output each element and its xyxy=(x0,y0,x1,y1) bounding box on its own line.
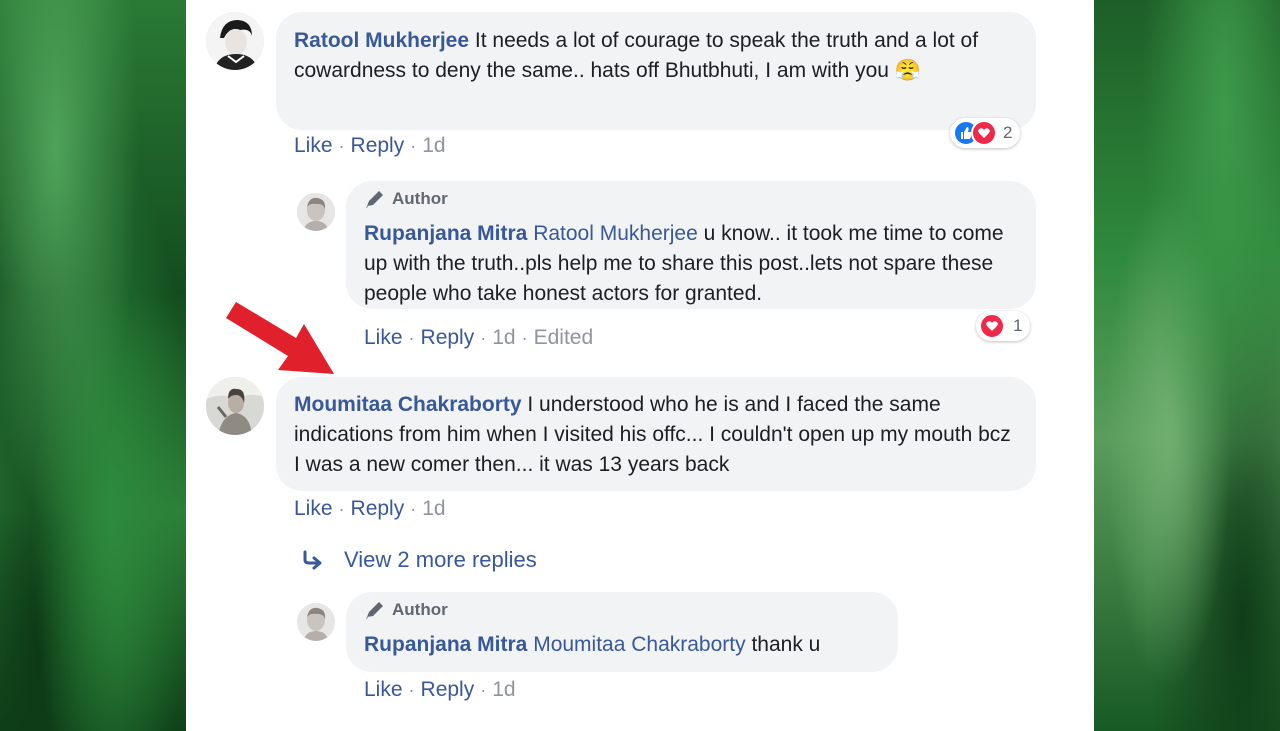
avatar[interactable] xyxy=(206,12,264,70)
comment-bubble: Moumitaa Chakraborty I understood who he… xyxy=(276,377,1036,491)
timestamp[interactable]: 1d xyxy=(422,497,445,521)
reaction-count: 1 xyxy=(1013,316,1023,335)
background-left xyxy=(0,0,186,731)
commenter-name[interactable]: Moumitaa Chakraborty xyxy=(294,393,522,416)
view-more-label[interactable]: View 2 more replies xyxy=(344,547,537,573)
comment-bubble: Ratool Mukherjee It needs a lot of coura… xyxy=(276,12,1036,130)
commenter-name[interactable]: Rupanjana Mitra xyxy=(364,633,527,656)
like-link[interactable]: Like xyxy=(294,134,333,158)
timestamp[interactable]: 1d xyxy=(492,326,515,350)
reply-bubble: Author Rupanjana Mitra Moumitaa Chakrabo… xyxy=(346,592,898,672)
reply-link[interactable]: Reply xyxy=(421,326,475,350)
view-more-replies[interactable]: View 2 more replies xyxy=(302,547,537,573)
comments-panel: Ratool Mukherjee It needs a lot of coura… xyxy=(186,0,1094,731)
like-link[interactable]: Like xyxy=(294,497,333,521)
avatar[interactable] xyxy=(297,193,335,231)
timestamp[interactable]: 1d xyxy=(492,678,515,702)
like-link[interactable]: Like xyxy=(364,678,403,702)
reactions-summary[interactable]: 1 xyxy=(976,311,1031,341)
like-link[interactable]: Like xyxy=(364,326,403,350)
reply-link[interactable]: Reply xyxy=(421,678,475,702)
commenter-name[interactable]: Ratool Mukherjee xyxy=(294,29,469,52)
reaction-count: 2 xyxy=(1003,123,1013,142)
comment-actions: Like · Reply · 1d xyxy=(294,497,446,521)
author-badge: Author xyxy=(364,600,880,620)
reply-actions: Like · Reply · 1d xyxy=(364,678,516,702)
reactions-summary[interactable]: 2 xyxy=(950,118,1021,148)
love-reaction-icon xyxy=(971,120,997,146)
reply-actions: Like · Reply · 1d · Edited xyxy=(364,326,594,350)
reply-arrow-icon xyxy=(303,550,322,570)
red-arrow-annotation xyxy=(226,302,334,374)
mention-link[interactable]: Ratool Mukherjee xyxy=(533,222,698,245)
edited-label[interactable]: Edited xyxy=(534,326,594,350)
comment-text: thank u xyxy=(751,633,821,656)
commenter-name[interactable]: Rupanjana Mitra xyxy=(364,222,527,245)
reply-link[interactable]: Reply xyxy=(351,134,405,158)
avatar[interactable] xyxy=(297,603,335,641)
reply-link[interactable]: Reply xyxy=(351,497,405,521)
pen-icon xyxy=(366,602,383,619)
love-reaction-icon xyxy=(979,313,1005,339)
mention-link[interactable]: Moumitaa Chakraborty xyxy=(533,633,745,656)
avatar[interactable] xyxy=(206,377,264,435)
timestamp[interactable]: 1d xyxy=(422,134,445,158)
reply-bubble: Author Rupanjana Mitra Ratool Mukherjee … xyxy=(346,181,1036,309)
pen-icon xyxy=(366,191,383,208)
author-badge: Author xyxy=(364,189,1018,209)
emoji: 😤 xyxy=(894,59,921,82)
background-right xyxy=(1094,0,1280,731)
comment-actions: Like · Reply · 1d xyxy=(294,134,446,158)
